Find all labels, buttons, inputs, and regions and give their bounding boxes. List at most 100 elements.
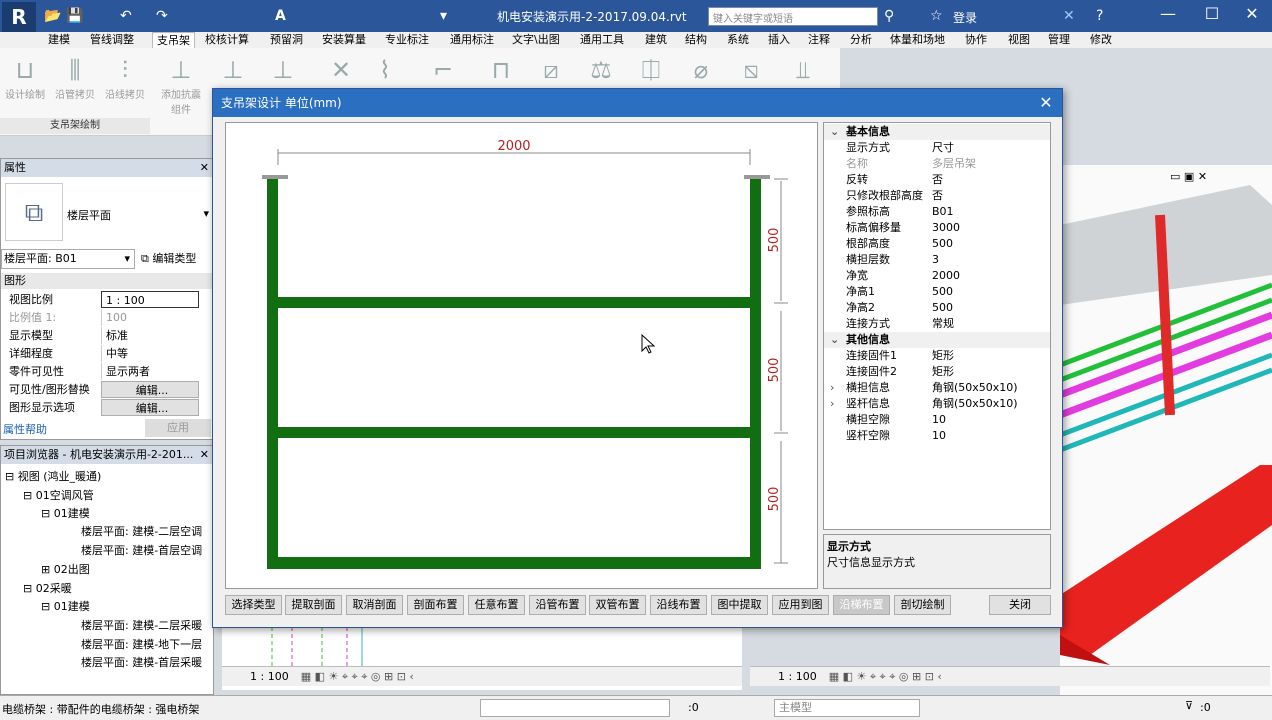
tree-leaf[interactable]: 楼层平面: 建模-首层空调 [81,542,202,558]
redo-icon[interactable]: ↷ [156,8,168,24]
ribbon-tab[interactable]: 视图 [1008,32,1030,48]
undo-icon[interactable]: ↶ [120,8,132,24]
property-row[interactable]: 净高1 500 [824,284,1050,300]
tree-leaf[interactable]: 楼层平面: 建模-二层空调 [81,523,202,539]
collapse-icon[interactable]: ⌄ [830,332,839,348]
search-input[interactable]: 键入关键字或短语 [708,7,878,26]
property-row[interactable]: 净高2 500 [824,300,1050,316]
ribbon-tab[interactable]: 专业标注 [385,32,429,48]
dialog-action-button[interactable]: 剖面布置 [407,595,464,615]
apply-button[interactable]: 应用 [145,419,211,437]
dialog-action-button[interactable]: 取消剖面 [346,595,403,615]
dialog-action-button[interactable]: 任意布置 [468,595,525,615]
chevron-down-icon[interactable]: ▾ [203,207,209,220]
close-icon[interactable]: ✕ [1036,89,1056,117]
scale-label[interactable]: 1 : 100 [250,670,289,683]
filter-icon[interactable]: ⊽ [1185,699,1193,712]
dialog-action-button[interactable]: 应用到图 [772,595,829,615]
text-icon[interactable]: A [275,8,286,24]
ribbon-tab[interactable]: 通用标注 [450,32,494,48]
property-row[interactable]: 名称 多层吊架 [824,156,1050,172]
ribbon-tab[interactable]: 建筑 [645,32,667,48]
property-row[interactable]: 连接固件1 矩形 [824,348,1050,364]
edit-button[interactable]: 编辑... [101,381,199,398]
login-button[interactable]: 登录 [953,9,977,26]
minimize-icon[interactable]: — [1148,4,1188,26]
ribbon-tab[interactable]: 支吊架 [152,32,195,49]
property-row[interactable]: 根部高度 500 [824,236,1050,252]
property-row[interactable]: 详细程度 中等 [5,345,201,363]
tree-node[interactable]: ⊟ 02采暖 [23,580,72,596]
property-category[interactable]: ⌄ 其他信息 [824,332,1050,348]
dialog-action-button[interactable]: 选择类型 [225,595,282,615]
ribbon-tab[interactable]: 安装算量 [322,32,366,48]
close-icon[interactable]: ✕ [1198,170,1207,183]
exchange-icon[interactable]: ✕ [1063,8,1075,24]
seismic-add-button[interactable]: ⊥ 添加抗震组件 [158,54,204,116]
close-icon[interactable]: ✕ [200,159,209,177]
property-category[interactable]: ⌄ 基本信息 [824,124,1050,140]
property-row[interactable]: 反转否 [824,172,1050,188]
close-button[interactable]: 关闭 [989,595,1051,615]
property-row[interactable]: 横担层数 3 [824,252,1050,268]
minimize-icon[interactable]: ▭ [1170,170,1180,183]
view-tools-icon[interactable]: ▦ ◧ ☀ ⌖ ⌖ ⌖ ◎ ⊞ ⊡ ‹ [301,670,414,683]
ribbon-tab[interactable]: 插入 [768,32,790,48]
property-row[interactable]: 标高偏移量 3000 [824,220,1050,236]
scale-label[interactable]: 1 : 100 [778,670,817,683]
maximize-icon[interactable]: ☐ [1192,4,1232,26]
design-draw-button[interactable]: ⊔ 设计绘制 [2,54,48,114]
workset-dropdown[interactable] [480,699,670,717]
ribbon-tab[interactable]: 通用工具 [580,32,624,48]
save-icon[interactable]: 💾 [66,8,83,24]
tree-leaf[interactable]: 楼层平面: 建模-二层采暖 [81,617,202,633]
ribbon-tab[interactable]: 修改 [1090,32,1112,48]
line-copy-button[interactable]: ⫶ 沿线拷贝 [102,54,148,114]
ribbon-tab[interactable]: 建模 [48,32,70,48]
property-row[interactable]: › 横担信息 角钢(50x50x10) [824,380,1050,396]
tree-node[interactable]: ⊟ 01建模 [41,505,90,521]
property-row[interactable]: 参照标高 B01 [824,204,1050,220]
close-icon[interactable]: ✕ [1232,4,1272,26]
ribbon-tab[interactable]: 校核计算 [205,32,249,48]
ribbon-tab[interactable]: 管线调整 [90,32,134,48]
3d-view[interactable]: ▭ ▣ ✕ [1058,165,1272,695]
ribbon-tab[interactable]: 协作 [965,32,987,48]
ribbon-tab[interactable]: 体量和场地 [890,32,945,48]
property-row[interactable]: 连接方式 常规 [824,316,1050,332]
ribbon-tab[interactable]: 注释 [808,32,830,48]
dialog-action-button[interactable]: 双管布置 [589,595,646,615]
property-row[interactable]: 横担空隙 10 [824,412,1050,428]
property-row[interactable]: 连接固件2 矩形 [824,364,1050,380]
dialog-action-button[interactable]: 沿线布置 [650,595,707,615]
expand-icon[interactable]: › [830,380,834,396]
tree-node[interactable]: ⊞ 02出图 [41,561,90,577]
dialog-action-button[interactable]: 图中提取 [711,595,768,615]
open-icon[interactable]: 📂 [44,8,61,24]
tree-node[interactable]: ⊟ 视图 (鸿业_暖通) [5,468,101,484]
star-icon[interactable]: ☆ [930,8,943,24]
property-row[interactable]: 零件可见性 显示两者 [5,363,201,381]
dialog-action-button[interactable]: 剖切绘制 [894,595,951,615]
tree-node[interactable]: ⊟ 01建模 [41,598,90,614]
dialog-action-button[interactable]: 提取剖面 [285,595,342,615]
pipe-copy-button[interactable]: ⫼ 沿管拷贝 [52,54,98,114]
collapse-icon[interactable]: ⌄ [830,124,839,140]
view-selector[interactable]: 楼层平面: B01 ▾ [1,249,135,269]
expand-icon[interactable]: › [830,396,834,412]
ribbon-tab[interactable]: 系统 [727,32,749,48]
tree-leaf[interactable]: 楼层平面: 建模-地下一层 [81,636,202,652]
edit-type-button[interactable]: ⧉ 编辑类型 [141,249,196,269]
binoculars-icon[interactable]: ⚲ [884,8,894,24]
property-row[interactable]: 显示模型 标准 [5,327,201,345]
property-row[interactable]: › 竖杆信息 角钢(50x50x10) [824,396,1050,412]
property-row[interactable]: 净宽 2000 [824,268,1050,284]
ribbon-tab[interactable]: 分析 [850,32,872,48]
app-logo[interactable]: R [2,2,36,32]
property-row[interactable]: 只修改根部高度否 [824,188,1050,204]
property-row[interactable]: 显示方式 尺寸 [824,140,1050,156]
dialog-action-button[interactable]: 沿管布置 [529,595,586,615]
properties-help-link[interactable]: 属性帮助 [3,421,47,437]
ribbon-tab[interactable]: 结构 [685,32,707,48]
dialog-action-button[interactable]: 沿梯布置 [833,595,890,615]
